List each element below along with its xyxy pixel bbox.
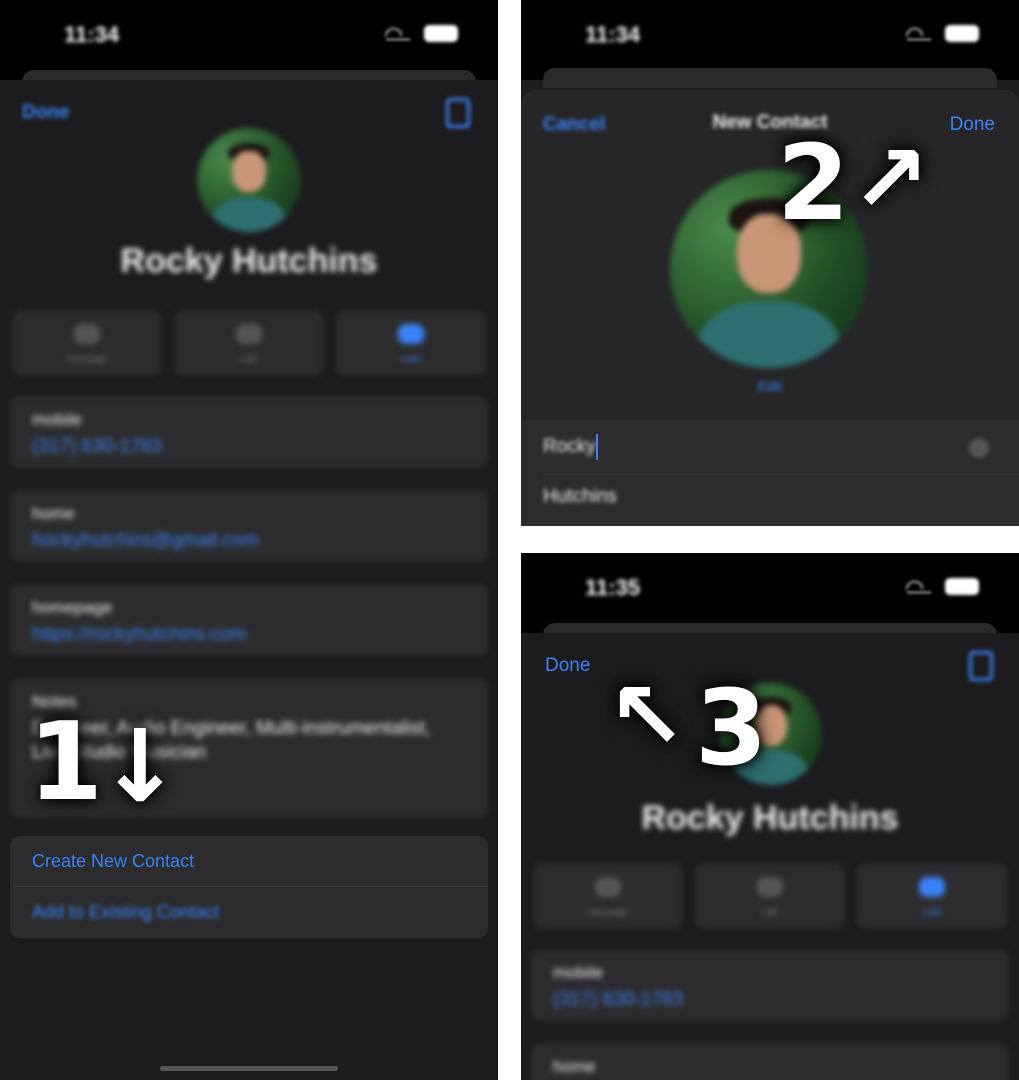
share-icon[interactable] [969,651,993,681]
step-number-1: 1 [28,700,104,825]
field-label: mobile [32,410,83,429]
status-time: 11:34 [585,22,641,47]
action-label: call [241,354,257,365]
action-label: mail [922,907,942,918]
message-icon [595,877,621,897]
sheet-background [543,68,997,88]
clear-icon[interactable] [969,438,989,458]
field-label: homepage [32,598,113,617]
up-right-arrow-icon: ↗ [851,125,930,234]
field-card-mobile[interactable]: mobile (317) 630-1783 [531,949,1009,1021]
add-to-existing-contact-button[interactable]: Add to Existing Contact [32,902,219,923]
mail-action-button[interactable]: mail [336,310,486,376]
screenshot-panel-2: 11:34 ◠ Cancel New Contact Done Edit Roc… [521,0,1019,526]
field-value[interactable]: hockyhutchins@gmail.com [32,530,258,552]
mail-icon [398,324,424,344]
up-left-arrow-icon: ↖ [607,662,686,771]
field-card-home[interactable]: home hockyhutchins@gmail.com [10,490,488,562]
field-label: home [553,1057,596,1076]
message-icon [74,324,100,344]
last-name-field[interactable]: Hutchins [543,486,617,508]
mail-icon [919,877,945,897]
call-action-button[interactable]: call [695,863,845,929]
contact-name: Rocky Hutchins [120,242,378,280]
done-button[interactable]: Done [22,102,70,124]
field-card-homepage[interactable]: homepage https://rockyhutchins.com [10,584,488,656]
step-number-3: 3 [695,667,768,789]
call-action-button[interactable]: call [174,310,324,376]
name-fields: Rocky Hutchins [521,420,1019,526]
first-name-field[interactable]: Rocky [543,436,596,458]
battery-icon [424,25,458,42]
action-label: message [66,354,108,365]
action-label: mail [401,354,421,365]
screenshot-panel-3: 11:35 ◠ Done Rocky Hutchins message call… [521,553,1019,1080]
mail-action-button[interactable]: mail [857,863,1007,929]
contact-name: Rocky Hutchins [641,799,899,837]
field-value[interactable]: https://rockyhutchins.com [32,624,246,646]
page-title: New Contact [712,112,828,133]
create-new-contact-button[interactable]: Create New Contact [32,851,194,872]
divider [543,474,1019,475]
status-time: 11:34 [64,22,120,47]
step-number-2: 2 [777,122,850,244]
down-arrow-icon: ↓ [98,708,182,825]
phone-icon [757,877,783,897]
field-card-home[interactable]: home [531,1043,1009,1080]
field-label: mobile [553,963,604,982]
field-value[interactable]: (317) 630-1783 [553,989,683,1011]
action-label: message [587,907,629,918]
field-card-mobile[interactable]: mobile (317) 630-1783 [10,396,488,468]
avatar [197,128,301,232]
screenshot-panel-1: 11:34 ◠ Done Rocky Hutchins message call… [0,0,498,1080]
wifi-icon: ◠ [905,575,925,600]
status-bar: 11:35 ◠ [521,553,1019,633]
edit-photo-button[interactable]: Edit [521,378,1019,394]
action-label: call [762,907,778,918]
field-label: home [32,504,75,523]
text-cursor [596,434,598,460]
message-action-button[interactable]: message [12,310,162,376]
phone-icon [236,324,262,344]
battery-icon [945,578,979,595]
done-button[interactable]: Done [950,114,995,136]
wifi-icon: ◠ [905,22,925,47]
field-value[interactable]: (317) 630-1783 [32,436,162,458]
battery-icon [945,25,979,42]
status-bar: 11:34 ◠ [0,0,498,80]
message-action-button[interactable]: message [533,863,683,929]
home-indicator [160,1066,338,1071]
share-icon[interactable] [446,98,470,128]
wifi-icon: ◠ [384,22,404,47]
divider [10,886,488,887]
done-button[interactable]: Done [545,655,590,677]
status-time: 11:35 [585,575,641,600]
